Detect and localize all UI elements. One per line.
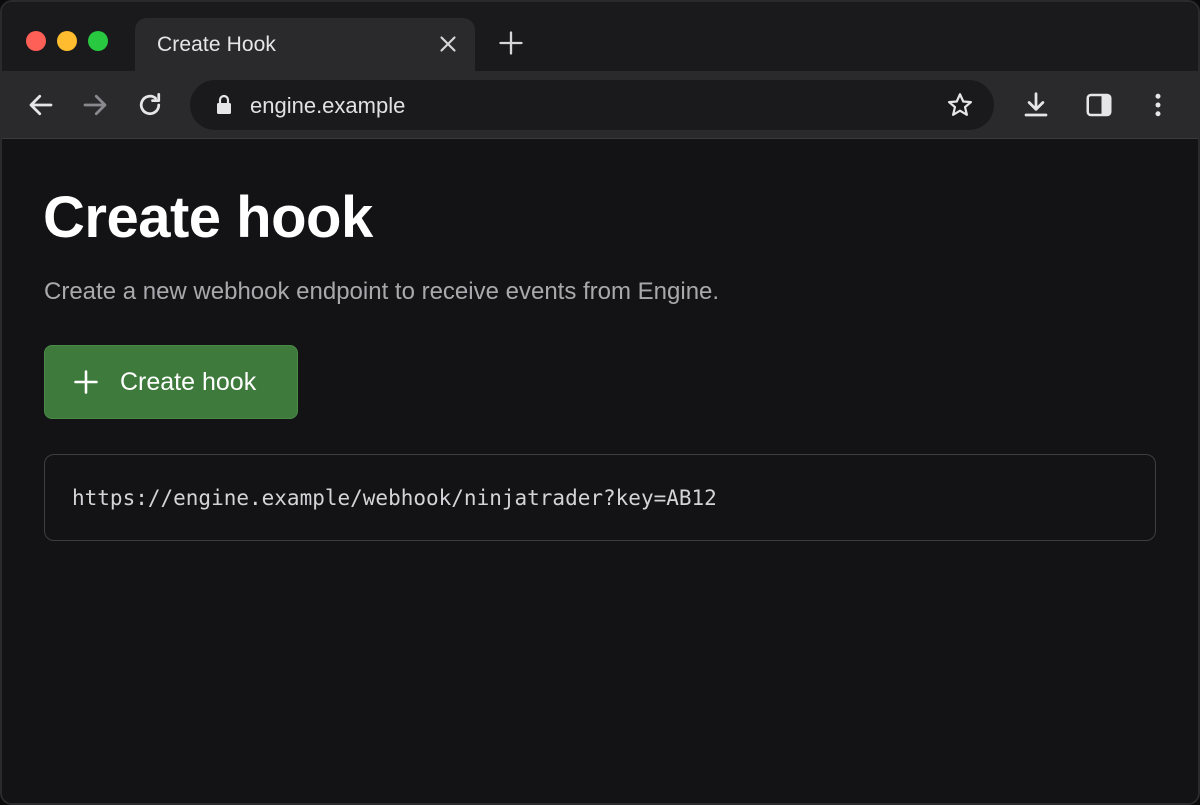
star-icon[interactable]: [946, 91, 974, 119]
maximize-window-button[interactable]: [88, 31, 108, 51]
close-window-button[interactable]: [26, 31, 46, 51]
tab-title: Create Hook: [157, 32, 276, 56]
more-vert-icon[interactable]: [1143, 90, 1173, 120]
webhook-url-field[interactable]: https://engine.example/webhook/ninjatrad…: [44, 454, 1156, 541]
page-subtitle: Create a new webhook endpoint to receive…: [44, 278, 720, 305]
create-hook-button-label: Create hook: [120, 367, 257, 396]
browser-window: Create Hook engine.example Create hook C…: [0, 0, 1200, 805]
page-title: Create hook: [43, 185, 373, 250]
plus-icon[interactable]: [497, 29, 525, 57]
back-arrow-icon[interactable]: [26, 90, 56, 120]
tab-create-hook[interactable]: Create Hook: [135, 18, 475, 71]
tab-strip: Create Hook: [2, 2, 1198, 71]
reload-icon[interactable]: [135, 90, 165, 120]
webhook-url-value[interactable]: https://engine.example/webhook/ninjatrad…: [72, 486, 717, 510]
plus-icon: [74, 370, 98, 394]
browser-toolbar: engine.example: [2, 71, 1198, 139]
minimize-window-button[interactable]: [57, 31, 77, 51]
page-content: Create hook Create a new webhook endpoin…: [2, 139, 1198, 803]
lock-icon: [217, 94, 231, 114]
create-hook-button[interactable]: Create hook: [44, 345, 298, 419]
address-bar-url: engine.example: [250, 93, 406, 118]
download-icon[interactable]: [1021, 90, 1051, 120]
sidebar-icon[interactable]: [1084, 90, 1114, 120]
close-icon[interactable]: [435, 31, 461, 57]
window-controls: [26, 31, 108, 51]
address-bar[interactable]: engine.example: [190, 80, 994, 130]
forward-arrow-icon[interactable]: [80, 90, 110, 120]
